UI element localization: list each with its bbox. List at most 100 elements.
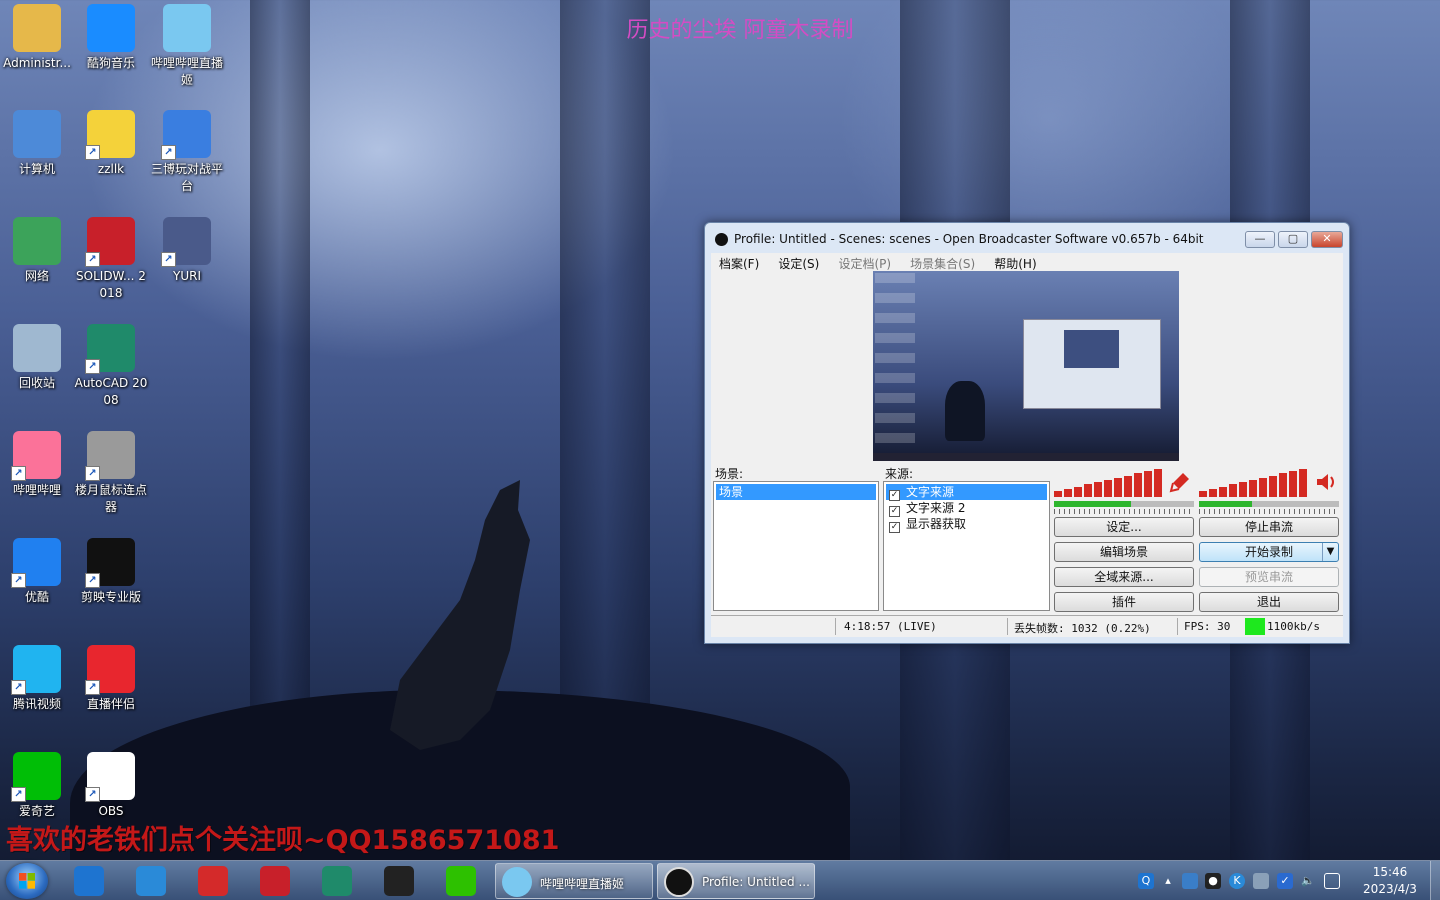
wolf-silhouette	[390, 480, 530, 750]
obs-icon	[715, 233, 728, 246]
bitrate-indicator	[1245, 618, 1265, 635]
desktop-icon-label: 哔哩哔哩直播姬	[150, 56, 223, 87]
action-center-icon[interactable]	[1324, 873, 1340, 889]
stream-time: 4:18:57 (LIVE)	[844, 620, 937, 633]
start-button[interactable]	[6, 863, 48, 899]
obs-window[interactable]: Profile: Untitled - Scenes: scenes - Ope…	[704, 222, 1350, 644]
obs-titlebar[interactable]: Profile: Untitled - Scenes: scenes - Ope…	[705, 223, 1349, 253]
show-desktop-button[interactable]	[1430, 861, 1440, 900]
desktop-icon[interactable]: ↗ zzllk	[74, 110, 148, 178]
desktop-icon[interactable]: ↗ 楼月鼠标连点器	[74, 431, 148, 516]
close-button[interactable]: ✕	[1311, 231, 1343, 248]
scene-item[interactable]: 场景	[716, 484, 876, 500]
network-icon	[13, 217, 61, 265]
overlay-title: 历史的尘埃 阿童木录制	[626, 18, 854, 43]
search-icon[interactable]: Q	[1138, 873, 1154, 889]
ie-icon	[74, 866, 104, 896]
volume-icon[interactable]: 🔈	[1300, 873, 1316, 889]
taskbar-pinned-app[interactable]	[187, 863, 239, 899]
desktop-icon-label: 腾讯视频	[12, 697, 61, 711]
desktop-icon-label: 直播伴侣	[86, 697, 135, 711]
source-item[interactable]: ✓ 文字来源 2	[886, 500, 1047, 517]
shortcut-arrow-icon: ↗	[161, 145, 176, 160]
minimize-button[interactable]: —	[1245, 231, 1275, 248]
shield-icon[interactable]: ✓	[1277, 873, 1293, 889]
maximize-button[interactable]: ▢	[1278, 231, 1308, 248]
edit-scene-button[interactable]: 编辑场景	[1054, 542, 1194, 562]
shortcut-arrow-icon: ↗	[11, 573, 26, 588]
desktop-icon[interactable]: ↗ 腾讯视频	[0, 645, 74, 713]
mic-meter-bar	[1154, 469, 1162, 497]
desktop-icon-label: SOLIDW... 2018	[76, 269, 146, 300]
desktop-icon-label: 楼月鼠标连点器	[74, 483, 147, 514]
taskbar-task-bilibili-live[interactable]: 哔哩哔哩直播姬	[495, 863, 653, 899]
desktop-icon[interactable]: 酷狗音乐	[74, 4, 148, 72]
app-tray-icon[interactable]: K	[1229, 873, 1245, 889]
desktop-icon[interactable]: ↗ YURI	[150, 217, 224, 285]
mic-level-bar	[1054, 501, 1194, 507]
desktop-icon[interactable]: ↗ SOLIDW... 2018	[74, 217, 148, 302]
desktop-icon[interactable]: 计算机	[0, 110, 74, 178]
exit-button[interactable]: 退出	[1199, 592, 1339, 612]
desktop-meter-bar	[1269, 475, 1277, 497]
desktop-icon[interactable]: 哔哩哔哩直播姬	[150, 4, 224, 89]
device-tray-icon[interactable]	[1253, 873, 1269, 889]
desktop-icon[interactable]: ↗ OBS	[74, 752, 148, 820]
shortcut-arrow-icon: ↗	[85, 466, 100, 481]
overlay-bottom-text: 喜欢的老铁们点个关注呗~QQ1586571081	[6, 825, 560, 856]
browser-icon	[136, 866, 166, 896]
settings-button[interactable]: 设定...	[1054, 517, 1194, 537]
desktop-meter-bar	[1299, 469, 1307, 497]
desktop-icon[interactable]: ↗ 哔哩哔哩	[0, 431, 74, 499]
chevron-down-icon[interactable]: ▼	[1322, 543, 1338, 561]
taskbar-pinned-app[interactable]	[125, 863, 177, 899]
global-sources-button[interactable]: 全域来源...	[1054, 567, 1194, 587]
taskbar-pinned-app[interactable]	[435, 863, 487, 899]
desktop-icon[interactable]: 网络	[0, 217, 74, 285]
source-item[interactable]: ✓ 显示器获取	[886, 516, 1047, 533]
preview-stream-button[interactable]: 预览串流	[1199, 567, 1339, 587]
computer-icon	[13, 110, 61, 158]
checkbox-icon[interactable]: ✓	[889, 522, 900, 533]
shortcut-arrow-icon: ↗	[11, 787, 26, 802]
desktop-icon[interactable]: ↗ AutoCAD 2008	[74, 324, 148, 409]
desktop-icon[interactable]: ↗ 爱奇艺	[0, 752, 74, 820]
shortcut-arrow-icon: ↗	[11, 680, 26, 695]
taskbar-task-obs[interactable]: Profile: Untitled ...	[657, 863, 815, 899]
taskbar-pinned-app[interactable]	[63, 863, 115, 899]
desktop-icon-label: 哔哩哔哩	[12, 483, 61, 497]
preview-taskbar	[873, 453, 1179, 461]
mic-icon[interactable]	[1169, 471, 1191, 493]
taskbar-pinned-app[interactable]	[249, 863, 301, 899]
chevron-up-icon[interactable]: ▴	[1160, 873, 1176, 889]
desktop-icon[interactable]: ↗ 优酷	[0, 538, 74, 606]
qq-tray-icon[interactable]: ●	[1205, 873, 1221, 889]
source-item[interactable]: ✓ 文字来源	[886, 484, 1047, 501]
network-tray-icon[interactable]	[1182, 873, 1198, 889]
desktop-meter-bar	[1209, 488, 1217, 497]
desktop-icon-label: zzllk	[97, 162, 125, 176]
desktop-icon[interactable]: ↗ 直播伴侣	[74, 645, 148, 713]
mic-meter-bar	[1074, 486, 1082, 497]
desktop-icon[interactable]: ↗ 剪映专业版	[74, 538, 148, 606]
start-record-button[interactable]: 开始录制 ▼	[1199, 542, 1339, 562]
desktop-meter-bar	[1279, 473, 1287, 497]
clock-date: 2023/4/3	[1363, 882, 1417, 896]
desktop-meter-bar	[1219, 486, 1227, 497]
clock[interactable]: 15:46 2023/4/3	[1352, 864, 1428, 898]
taskbar-pinned-app[interactable]	[311, 863, 363, 899]
preview-desktop-icons	[875, 273, 915, 453]
scenes-list[interactable]: 场景	[713, 481, 879, 611]
mic-meter-bar	[1144, 471, 1152, 497]
solidworks-icon: ↗	[85, 217, 135, 267]
plugins-button[interactable]: 插件	[1054, 592, 1194, 612]
stop-stream-button[interactable]: 停止串流	[1199, 517, 1339, 537]
qq-icon	[384, 866, 414, 896]
taskbar-pinned-app[interactable]	[373, 863, 425, 899]
desktop-icon[interactable]: ↗ 三博玩对战平台	[150, 110, 224, 195]
desktop-icon[interactable]: Administr...	[0, 4, 74, 72]
sources-list[interactable]: ✓ 文字来源 ✓ 文字来源 2 ✓ 显示器获取	[883, 481, 1050, 611]
desktop-icon[interactable]: 回收站	[0, 324, 74, 392]
speaker-icon[interactable]	[1315, 471, 1337, 493]
shortcut-arrow-icon: ↗	[11, 466, 26, 481]
